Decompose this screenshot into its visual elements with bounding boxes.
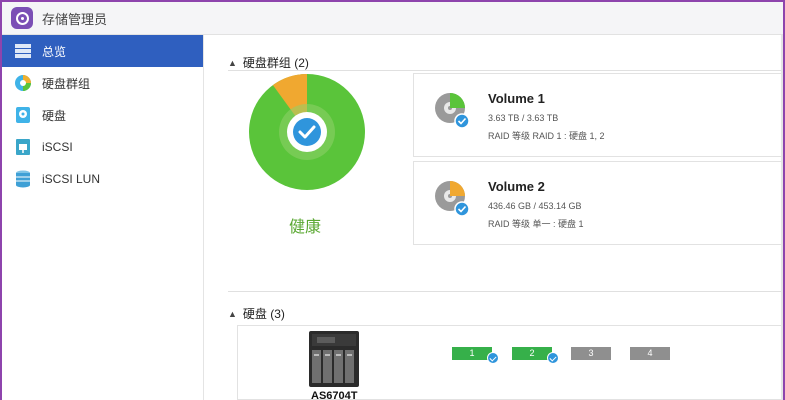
disk-icon [14, 106, 32, 124]
sidebar-item-label: 硬盘群组 [42, 76, 91, 91]
disk-bay-3[interactable]: 3 [571, 347, 611, 360]
sidebar-item-iscsi-lun[interactable]: iSCSI LUN [2, 163, 203, 195]
bay-label: 2 [529, 348, 535, 358]
collapse-caret-icon: ▲ [228, 308, 237, 319]
sidebar-item-iscsi[interactable]: iSCSI [2, 131, 203, 163]
sidebar-item-disk-group[interactable]: 硬盘群组 [2, 67, 203, 99]
disk-group-usage-donut [248, 73, 366, 191]
check-icon [547, 352, 559, 364]
volume-disk-icon [435, 93, 470, 129]
disk-group-icon [14, 74, 32, 92]
volume-capacity: 3.63 TB / 3.63 TB [488, 113, 559, 123]
volume-capacity: 436.46 GB / 453.14 GB [488, 201, 582, 211]
sidebar-item-label: iSCSI [42, 140, 73, 154]
section-title: 硬盘 (3) [242, 307, 285, 321]
volume-card[interactable]: Volume 1 3.63 TB / 3.63 TB RAID 等级 RAID … [413, 73, 783, 157]
section-divider [228, 291, 783, 292]
volume-raid: RAID 等级 RAID 1 : 硬盘 1, 2 [488, 131, 605, 141]
sidebar-item-label: 硬盘 [42, 108, 67, 123]
disk-section-header[interactable]: ▲ 硬盘 (3) [228, 305, 285, 322]
scrollbar-edge[interactable] [781, 35, 783, 400]
bay-label: 1 [469, 348, 475, 358]
bay-label: 3 [588, 348, 594, 358]
disk-bay-2[interactable]: 2 [512, 347, 559, 364]
volume-disk-icon [435, 181, 470, 217]
sidebar-item-label: 总览 [42, 44, 67, 59]
collapse-caret-icon: ▲ [228, 57, 237, 68]
storage-manager-window: 存储管理员 总览 硬盘群组 硬盘 iSCSI iSCSI LUN ▲ 硬盘群组 … [0, 0, 785, 400]
healthy-check-icon [293, 118, 321, 146]
overview-icon [14, 42, 32, 60]
volume-name: Volume 2 [488, 179, 545, 194]
iscsi-icon [14, 138, 32, 156]
disk-bay-4[interactable]: 4 [630, 347, 670, 360]
volume-raid: RAID 等级 单一 : 硬盘 1 [488, 219, 584, 229]
storage-manager-app-icon [11, 7, 33, 29]
window-title: 存储管理员 [42, 11, 108, 27]
nas-device-icon [309, 331, 359, 387]
volume-card[interactable]: Volume 2 436.46 GB / 453.14 GB RAID 等级 单… [413, 161, 783, 245]
volume-name: Volume 1 [488, 91, 545, 106]
section-divider [228, 70, 783, 71]
title-bar: 存储管理员 [2, 2, 783, 35]
disk-group-section-header[interactable]: ▲ 硬盘群组 (2) [228, 54, 309, 71]
check-icon [487, 352, 499, 364]
section-title: 硬盘群组 (2) [242, 56, 309, 70]
iscsi-lun-icon [14, 170, 32, 188]
sidebar-item-disk[interactable]: 硬盘 [2, 99, 203, 131]
sidebar: 总览 硬盘群组 硬盘 iSCSI iSCSI LUN [2, 35, 204, 400]
device-model: AS6704T [311, 390, 358, 400]
health-status: 健康 [289, 219, 322, 236]
disk-bay-1[interactable]: 1 [452, 347, 499, 364]
bay-label: 4 [647, 348, 653, 358]
main-content: ▲ 硬盘群组 (2) 健康 Volume 1 3.63 TB / 3.63 TB… [204, 35, 783, 400]
sidebar-item-label: iSCSI LUN [42, 172, 101, 186]
disk-panel: AS6704T 1 2 3 4 [237, 325, 783, 400]
sidebar-item-overview[interactable]: 总览 [2, 35, 203, 67]
